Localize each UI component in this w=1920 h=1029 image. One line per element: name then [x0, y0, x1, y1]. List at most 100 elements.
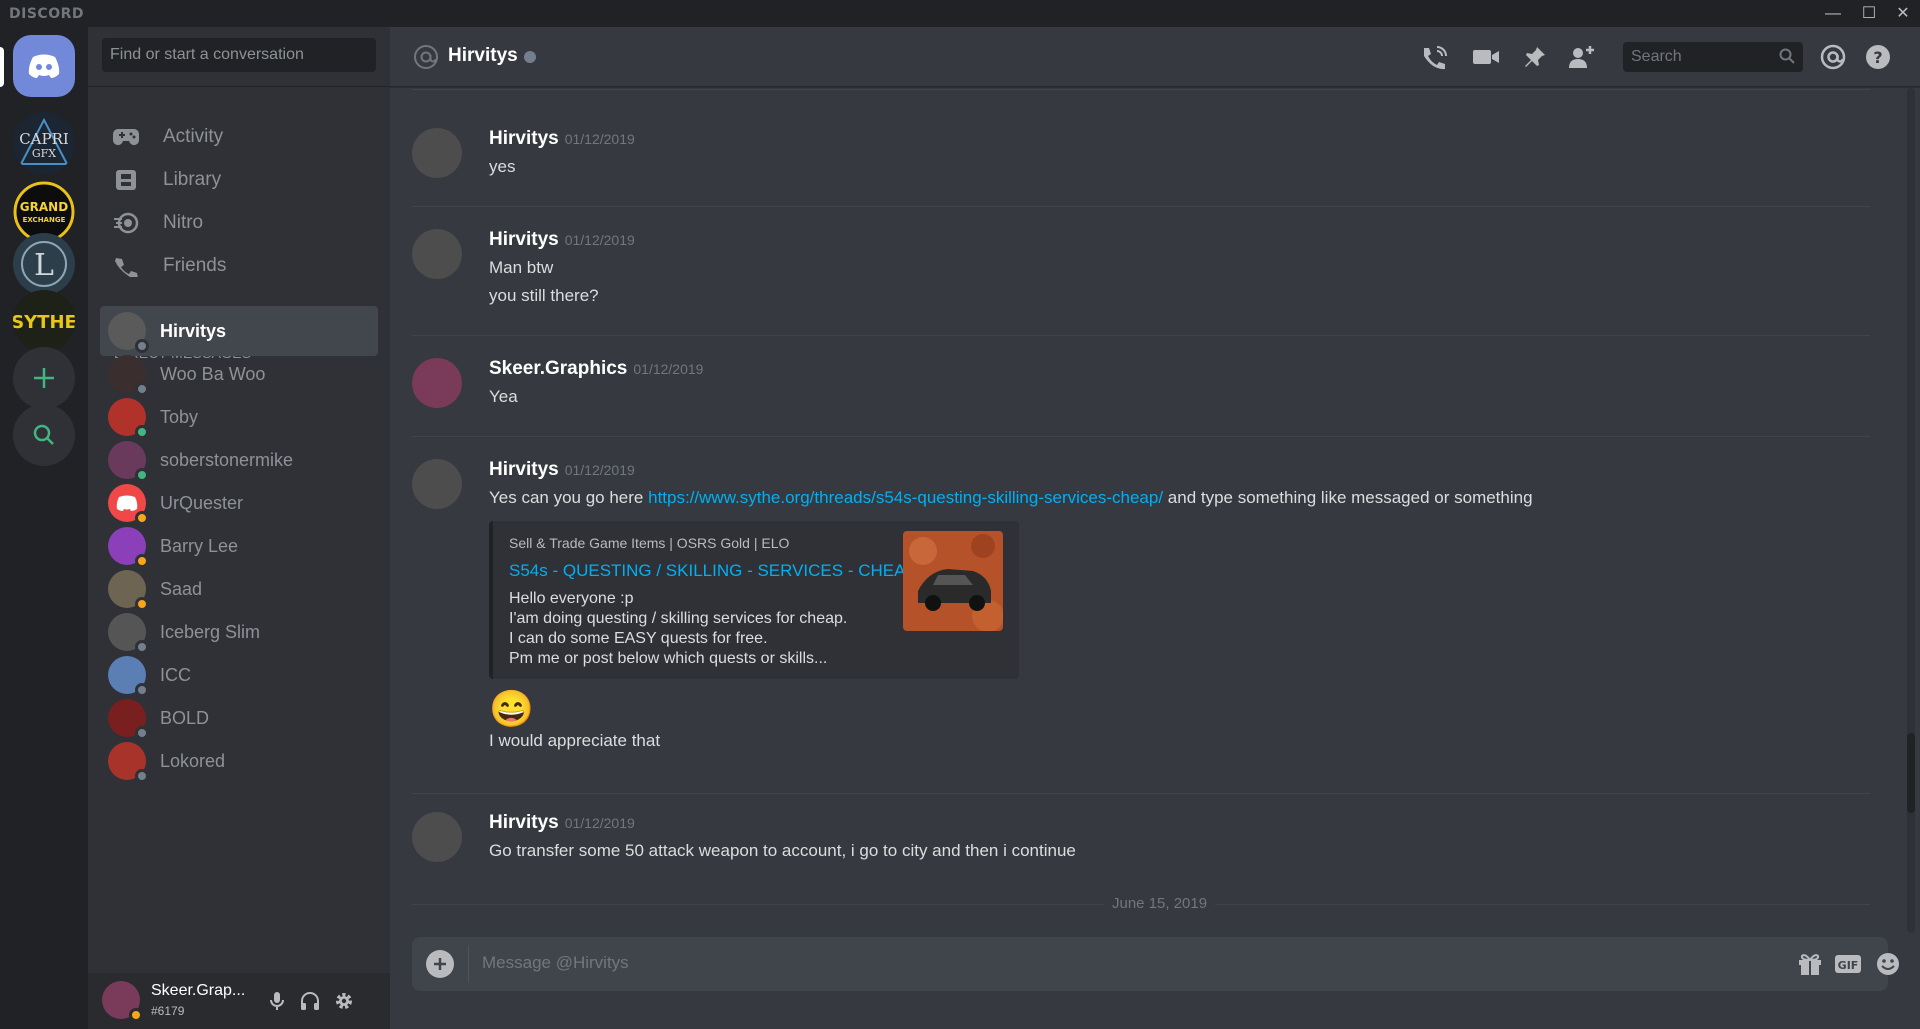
message-composer[interactable]: Message @Hirvitys GIF	[412, 937, 1899, 991]
avatar	[108, 484, 149, 525]
discord-logo-icon	[28, 54, 60, 78]
dm-name: Saad	[160, 578, 203, 599]
message-input[interactable]: Message @Hirvitys	[482, 953, 629, 973]
dm-name: Woo Ba Woo	[160, 363, 266, 384]
server-list: CAPRI GFX GRAND EXCHANGE L SYTHE	[0, 27, 88, 1029]
close-button[interactable]: ✕	[1880, 0, 1920, 27]
add-friend-button[interactable]	[1566, 41, 1598, 73]
nav-label: Nitro	[163, 212, 204, 233]
explore-servers-button[interactable]	[13, 404, 75, 466]
svg-text:L: L	[34, 248, 54, 283]
user-settings-button[interactable]	[332, 989, 356, 1013]
at-sign-icon	[414, 45, 438, 69]
scrollbar-thumb[interactable]	[1907, 733, 1915, 813]
message-text: Go transfer some 50 attack weapon to acc…	[489, 841, 1076, 860]
smiley-icon	[1877, 953, 1899, 975]
avatar	[108, 699, 149, 740]
gif-button[interactable]: GIF	[1833, 950, 1863, 978]
friends-icon	[112, 252, 140, 280]
svg-text:EXCHANGE: EXCHANGE	[23, 216, 66, 224]
author-name[interactable]: Hirvitys	[489, 229, 559, 250]
help-button[interactable]: ?	[1862, 41, 1894, 73]
nav-friends[interactable]: Friends	[88, 241, 390, 291]
capri-gfx-logo-icon: CAPRI GFX	[13, 112, 75, 174]
avatar	[108, 527, 149, 568]
emoji: 😄	[489, 688, 534, 729]
server-sythe[interactable]: SYTHE	[13, 290, 75, 352]
date-label: June 15, 2019	[1104, 895, 1216, 912]
status-indicator	[129, 1008, 143, 1022]
message-text: Yes can you go here https://www.sythe.or…	[489, 488, 1533, 508]
microphone-button[interactable]	[265, 989, 289, 1013]
dm-name: Hirvitys	[160, 320, 227, 341]
search-placeholder: Search	[1631, 48, 1682, 65]
message-link[interactable]: https://www.sythe.org/threads/s54s-quest…	[648, 488, 1163, 507]
avatar	[108, 355, 149, 396]
user-avatar[interactable]	[102, 981, 143, 1022]
author-avatar[interactable]	[412, 358, 462, 408]
gear-icon	[336, 993, 352, 1009]
timestamp: 01/12/2019	[564, 815, 635, 831]
author-avatar[interactable]	[412, 229, 462, 279]
author-name[interactable]: Skeer.Graphics	[489, 358, 627, 379]
author-avatar[interactable]	[412, 812, 462, 862]
dm-item-lokored[interactable]: Lokored	[100, 736, 378, 786]
dm-name: Barry Lee	[160, 535, 239, 556]
embed-title-link[interactable]: S54s - QUESTING / SKILLING - SERVICES - …	[509, 561, 917, 581]
sythe-logo-icon: SYTHE	[13, 290, 75, 352]
author-name[interactable]: Hirvitys	[489, 459, 559, 480]
help-icon: ?	[1866, 45, 1890, 69]
server-capri-gfx[interactable]: CAPRI GFX	[13, 112, 75, 174]
divider	[468, 945, 469, 983]
author-avatar[interactable]	[412, 128, 462, 178]
find-conversation-input[interactable]: Find or start a conversation	[102, 38, 376, 72]
embed-thumbnail[interactable]	[903, 531, 1003, 631]
at-sign-icon	[1820, 44, 1846, 70]
headphones-icon	[301, 992, 319, 1010]
mentions-button[interactable]	[1817, 41, 1849, 73]
message-text: Man btw	[489, 258, 554, 277]
video-call-button[interactable]	[1470, 41, 1502, 73]
message-text: Yea	[489, 387, 518, 406]
nav-label: Library	[163, 169, 222, 190]
microphone-icon	[270, 992, 284, 1010]
author-avatar[interactable]	[412, 459, 462, 509]
avatar	[108, 312, 149, 353]
timestamp: 01/12/2019	[633, 361, 704, 377]
svg-text:?: ?	[1873, 48, 1882, 67]
upload-button[interactable]	[426, 950, 454, 978]
avatar	[108, 398, 149, 439]
dm-sidebar: Find or start a conversation Activity Li…	[88, 27, 390, 1029]
embed-description-line: I can do some EASY quests for free.	[509, 630, 768, 647]
title-bar: DISCORD — ☐ ✕	[0, 0, 1920, 27]
user-tag: #6179	[151, 1004, 185, 1018]
dm-name: BOLD	[160, 707, 210, 728]
embed-provider: Sell & Trade Game Items | OSRS Gold | EL…	[509, 535, 790, 551]
author-name[interactable]: Hirvitys	[489, 128, 559, 149]
search-input[interactable]: Search	[1623, 42, 1803, 72]
gift-button[interactable]	[1795, 950, 1825, 978]
app-brand: DISCORD	[9, 6, 84, 22]
pinned-messages-button[interactable]	[1519, 41, 1551, 73]
author-name[interactable]: Hirvitys	[489, 812, 559, 833]
timestamp: 01/12/2019	[564, 462, 635, 478]
dm-name: UrQuester	[160, 492, 244, 513]
chat-header: Hirvitys Search ?	[390, 27, 1920, 87]
channel-name: Hirvitys	[448, 45, 518, 66]
server-l[interactable]: L	[13, 233, 75, 295]
voice-call-button[interactable]	[1419, 41, 1451, 73]
headphones-button[interactable]	[298, 989, 322, 1013]
user-panel: Skeer.Grap... #6179	[88, 973, 390, 1029]
embed-description-line: Pm me or post below which quests or skil…	[509, 650, 828, 667]
message-header: Skeer.Graphics 01/12/2019	[489, 358, 703, 380]
selected-indicator	[0, 47, 4, 87]
dm-name: Toby	[160, 406, 199, 427]
dm-name: Iceberg Slim	[160, 621, 261, 642]
add-server-button[interactable]	[13, 347, 75, 409]
home-button[interactable]	[13, 35, 75, 97]
embed-description-line: Hello everyone :p	[509, 590, 634, 607]
gif-icon: GIF	[1835, 955, 1861, 973]
svg-text:SYTHE: SYTHE	[13, 312, 75, 333]
emoji-button[interactable]	[1873, 950, 1903, 978]
scrollbar[interactable]	[1907, 88, 1915, 933]
